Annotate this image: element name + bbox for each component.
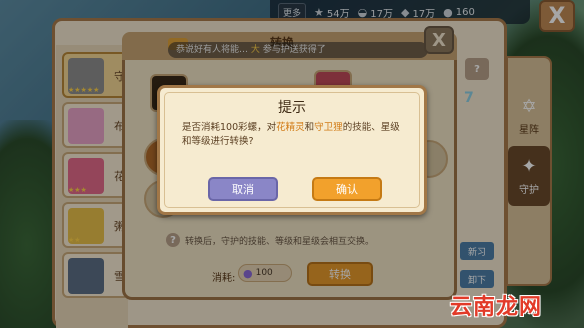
confirm-button[interactable]: 确认 <box>312 177 382 201</box>
cancel-button[interactable]: 取消 <box>208 177 278 201</box>
dialog-title: 提示 <box>278 100 306 116</box>
watermark: 云南龙网 <box>450 295 543 320</box>
highlight-name: 守卫狸 <box>314 122 343 133</box>
dialog-message: 是否消耗100彩螺，对花精灵和守卫狸的技能、星级和等级进行转换? <box>182 122 400 147</box>
highlight-name: 花精灵 <box>276 122 305 133</box>
confirm-dialog: 提示 是否消耗100彩螺，对花精灵和守卫狸的技能、星级和等级进行转换? 取消 确… <box>157 85 427 215</box>
